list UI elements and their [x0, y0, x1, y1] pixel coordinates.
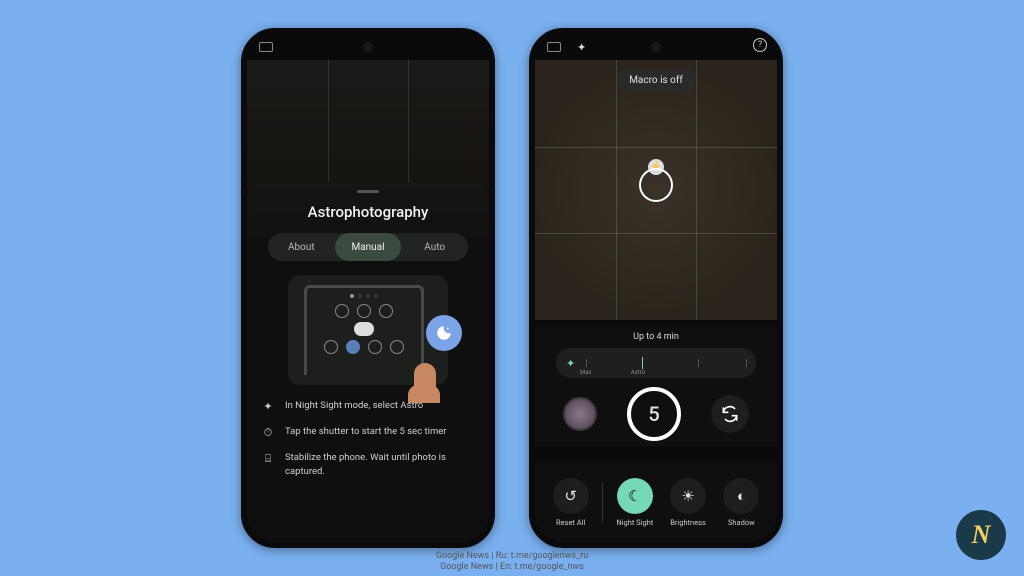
tab-label: Brightness	[670, 518, 706, 527]
phone-pair: Astrophotography About Manual Auto	[0, 0, 1024, 548]
bottom-adjust-tabs: ↺ Reset All ☾ Night Sight ☀ Brightness ◐…	[535, 462, 777, 542]
tip-row: ⌸ Stabilize the phone. Wait until photo …	[261, 451, 475, 479]
aspect-icon[interactable]	[547, 42, 561, 52]
front-camera-dot	[651, 42, 661, 52]
slider-track[interactable]: Max Astro	[586, 358, 746, 368]
sheet-title: Astrophotography	[261, 203, 475, 221]
mini-camera-icon	[346, 340, 360, 354]
tips-list: ✦ In Night Sight mode, select Astro ⏱ Ta…	[261, 399, 475, 478]
tab-reset-all[interactable]: ↺ Reset All	[547, 478, 594, 527]
footer-line-1: Google News | Ru: t.me/googlenws_ru	[0, 551, 1024, 563]
watermark-logo: N	[956, 510, 1006, 560]
tip-text: In Night Sight mode, select Astro	[285, 399, 423, 413]
tab-brightness[interactable]: ☀ Brightness	[664, 478, 711, 527]
screen-right: ✦ ? Macro is off ⚡ Up to 4 min ✦	[535, 34, 777, 542]
sparkle-adjust-icon: ✦	[566, 357, 578, 370]
mini-exposure-icon	[335, 304, 349, 318]
astro-sheet: Astrophotography About Manual Auto	[247, 182, 489, 542]
gallery-thumbnail[interactable]	[563, 397, 597, 431]
tab-label: Reset All	[556, 518, 585, 527]
mode-segmented-control: About Manual Auto	[268, 233, 468, 261]
front-camera-dot	[363, 42, 373, 52]
tab-manual[interactable]: Manual	[335, 233, 402, 261]
tab-night-sight[interactable]: ☾ Night Sight	[611, 478, 658, 527]
macro-toast: Macro is off	[617, 70, 695, 91]
slider-min-label: Max	[580, 369, 591, 376]
illustration-device-frame	[304, 285, 424, 375]
finger-illustration	[414, 363, 436, 393]
moon-icon: ☾	[617, 478, 653, 514]
page-dots	[313, 294, 415, 298]
shutter-countdown: 5	[648, 402, 659, 426]
phone-left: Astrophotography About Manual Auto	[241, 28, 495, 548]
tab-shadow[interactable]: ◐ Shadow	[718, 478, 765, 527]
phone-right: ✦ ? Macro is off ⚡ Up to 4 min ✦	[529, 28, 783, 548]
capture-row: 5	[535, 382, 777, 446]
mini-gear-icon	[324, 340, 338, 354]
sun-icon: ☀	[670, 478, 706, 514]
mini-flip-icon	[379, 304, 393, 318]
tip-text: Stabilize the phone. Wait until photo is…	[285, 451, 475, 479]
footer-caption: Google News | Ru: t.me/googlenws_ru Goog…	[0, 551, 1024, 574]
mini-slider-icon	[354, 322, 374, 336]
drag-handle[interactable]	[357, 190, 379, 193]
footer-line-2: Google News | En: t.me/google_nws	[0, 562, 1024, 574]
sparkle-icon: ✦	[261, 399, 275, 415]
astro-badge-icon	[426, 315, 462, 351]
tab-label: Night Sight	[616, 518, 653, 527]
viewfinder[interactable]	[247, 60, 489, 190]
slider-max-label: Astro	[631, 369, 645, 376]
tip-row: ✦ In Night Sight mode, select Astro	[261, 399, 475, 415]
mini-video-icon	[368, 340, 382, 354]
shutter-button[interactable]: 5	[627, 387, 681, 441]
tip-text: Tap the shutter to start the 5 sec timer	[285, 425, 447, 439]
camera-flip-button[interactable]	[711, 395, 749, 433]
mini-moon-icon	[357, 304, 371, 318]
effects-icon[interactable]: ✦	[577, 41, 586, 54]
illustration-panel	[288, 275, 448, 385]
reset-icon: ↺	[553, 478, 589, 514]
tip-row: ⏱ Tap the shutter to start the 5 sec tim…	[261, 425, 475, 441]
tab-auto[interactable]: Auto	[401, 233, 468, 261]
exposure-slider[interactable]: ✦ Max Astro	[556, 348, 756, 378]
tab-about[interactable]: About	[268, 233, 335, 261]
exposure-panel: Up to 4 min ✦ Max Astro	[535, 326, 777, 388]
screen-left: Astrophotography About Manual Auto	[247, 34, 489, 542]
exposure-label: Up to 4 min	[549, 332, 763, 342]
help-icon[interactable]: ?	[753, 38, 767, 52]
viewfinder[interactable]: Macro is off ⚡	[535, 60, 777, 320]
timer-icon: ⏱	[261, 425, 275, 441]
divider	[602, 482, 603, 522]
focus-ring[interactable]	[639, 168, 673, 202]
aspect-icon[interactable]	[259, 42, 273, 52]
contrast-icon: ◐	[723, 478, 759, 514]
mini-night-icon	[390, 340, 404, 354]
stabilize-icon: ⌸	[261, 451, 275, 467]
tab-label: Shadow	[728, 518, 755, 527]
